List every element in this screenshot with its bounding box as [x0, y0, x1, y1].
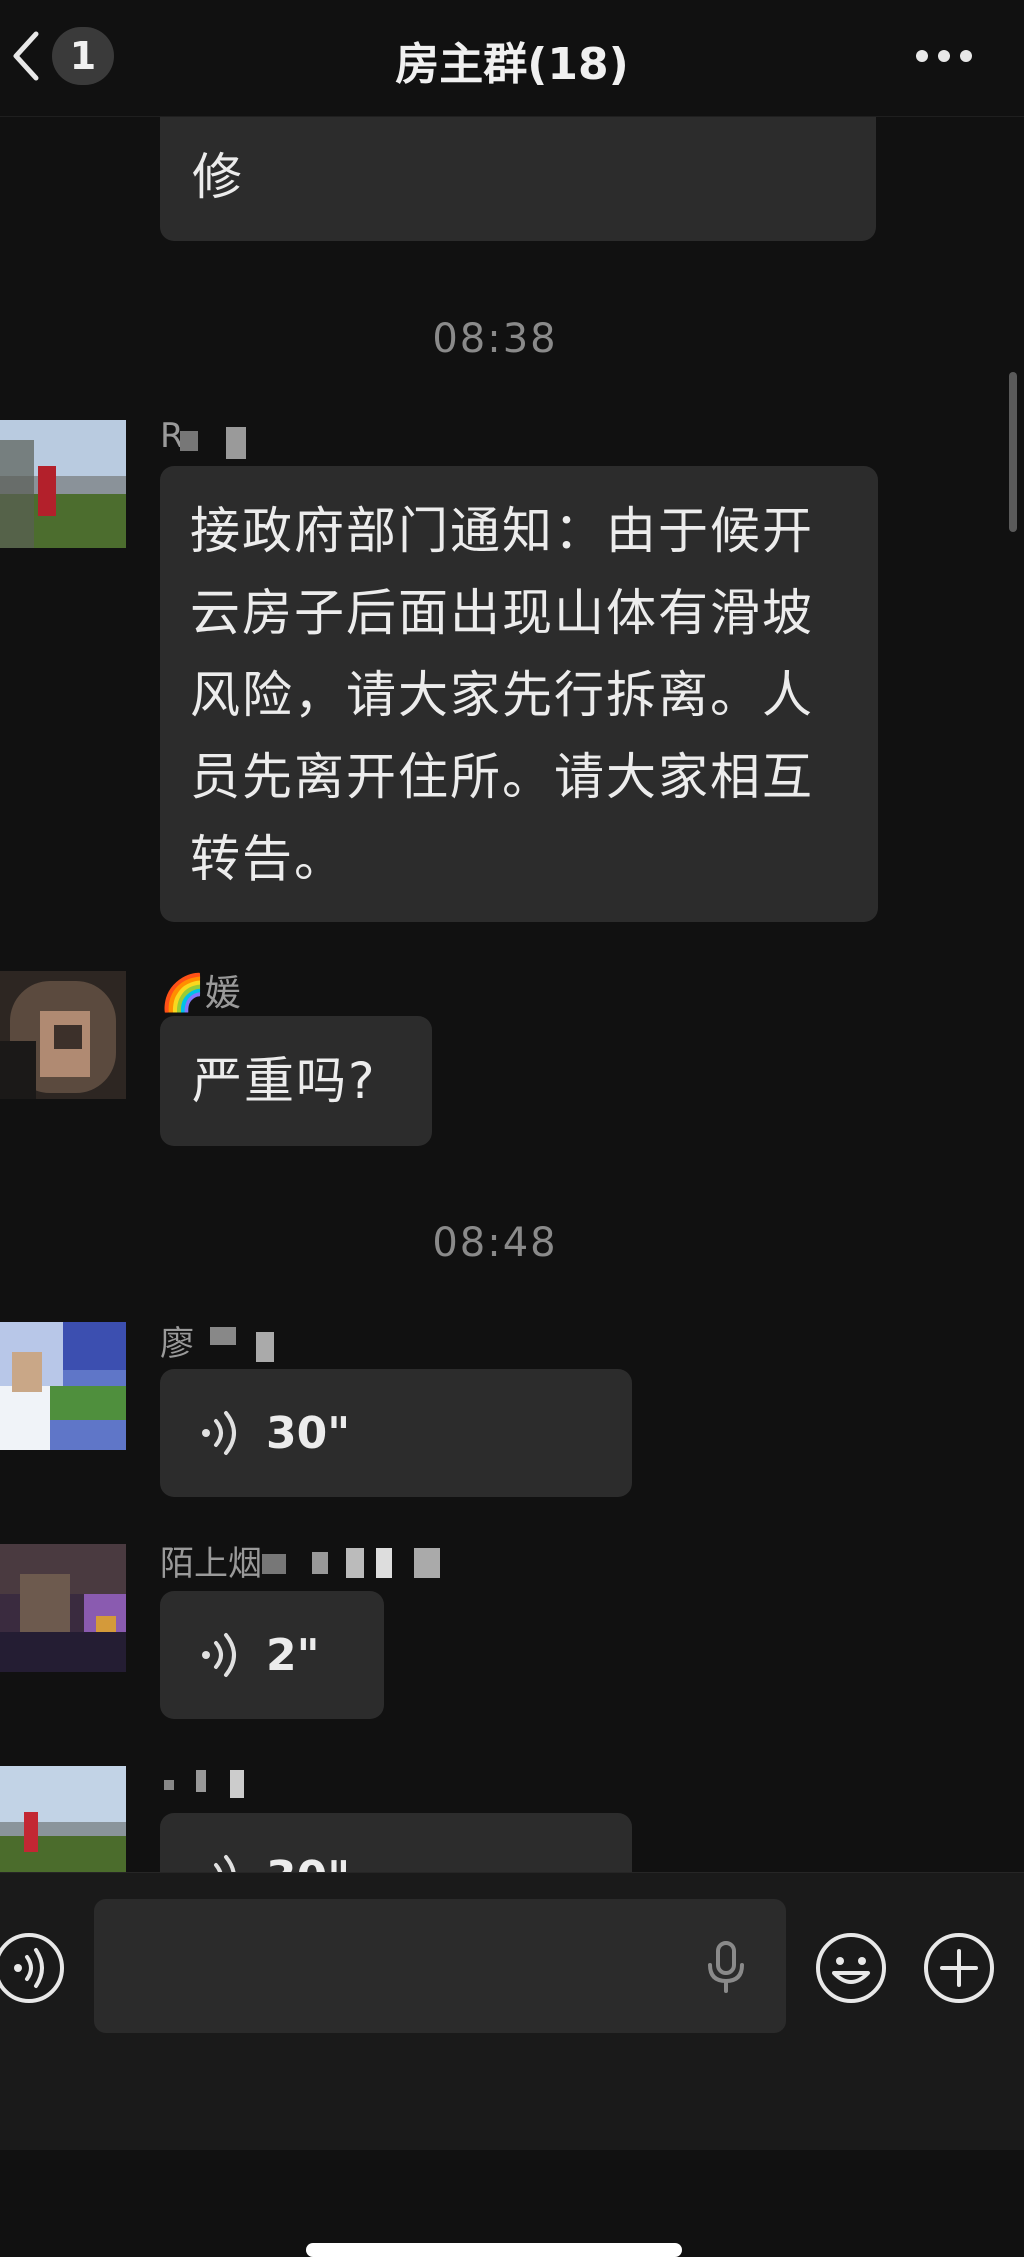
home-indicator	[306, 2243, 682, 2257]
voice-message[interactable]: 2"	[160, 1591, 384, 1719]
redaction	[346, 1548, 364, 1578]
timestamp: 08:38	[432, 316, 558, 362]
plus-icon[interactable]	[922, 1931, 996, 2005]
sender-name: 陌上烟	[160, 1544, 262, 1584]
voice-duration: 30"	[266, 1852, 350, 1873]
message-bubble[interactable]: 修	[160, 116, 876, 241]
emoji-icon[interactable]	[814, 1931, 888, 2005]
input-bar	[0, 1872, 1024, 2150]
avatar[interactable]	[0, 1322, 126, 1450]
voice-mode-icon[interactable]	[0, 1931, 66, 2005]
redaction	[312, 1552, 328, 1574]
redaction	[256, 1332, 274, 1362]
redaction	[226, 427, 246, 459]
chat-title: 房主群(18)	[395, 39, 629, 90]
voice-wave-icon	[202, 1411, 236, 1455]
redaction	[164, 1780, 174, 1790]
redaction	[376, 1548, 392, 1578]
scrollbar[interactable]	[1009, 372, 1017, 532]
avatar[interactable]	[0, 1766, 126, 1872]
redaction	[262, 1554, 286, 1574]
redaction	[196, 1770, 206, 1792]
message-text: 修	[192, 148, 242, 206]
message-bubble[interactable]: 接政府部门通知：由于候开云房子后面出现山体有滑坡风险，请大家先行拆离。人员先离开…	[160, 466, 878, 922]
microphone-icon[interactable]	[704, 1939, 748, 1995]
voice-wave-icon	[202, 1633, 236, 1677]
message-input[interactable]	[94, 1899, 786, 2033]
voice-message[interactable]: 30"	[160, 1813, 632, 1872]
voice-wave-icon	[214, 1855, 236, 1872]
voice-message[interactable]: 30"	[160, 1369, 632, 1497]
redaction	[230, 1770, 244, 1798]
timestamp: 08:48	[432, 1220, 558, 1266]
avatar[interactable]	[0, 1544, 126, 1672]
sender-name: 廖	[160, 1324, 194, 1364]
redaction	[210, 1327, 236, 1345]
avatar[interactable]	[0, 971, 126, 1099]
chat-header: 1 房主群(18)	[0, 0, 1024, 117]
voice-duration: 2"	[266, 1629, 320, 1681]
sender-name: 🌈媛	[160, 973, 241, 1014]
more-icon[interactable]	[914, 48, 974, 64]
redaction	[414, 1548, 440, 1578]
voice-duration: 30"	[266, 1407, 351, 1459]
message-bubble[interactable]: 严重吗?	[160, 1016, 432, 1146]
message-list[interactable]: 修 08:38 R 接政府部门通知：由于候开云房子后面出现山体有滑坡风险，请大家…	[0, 116, 1024, 1872]
redaction	[180, 431, 198, 451]
avatar[interactable]	[0, 420, 126, 548]
